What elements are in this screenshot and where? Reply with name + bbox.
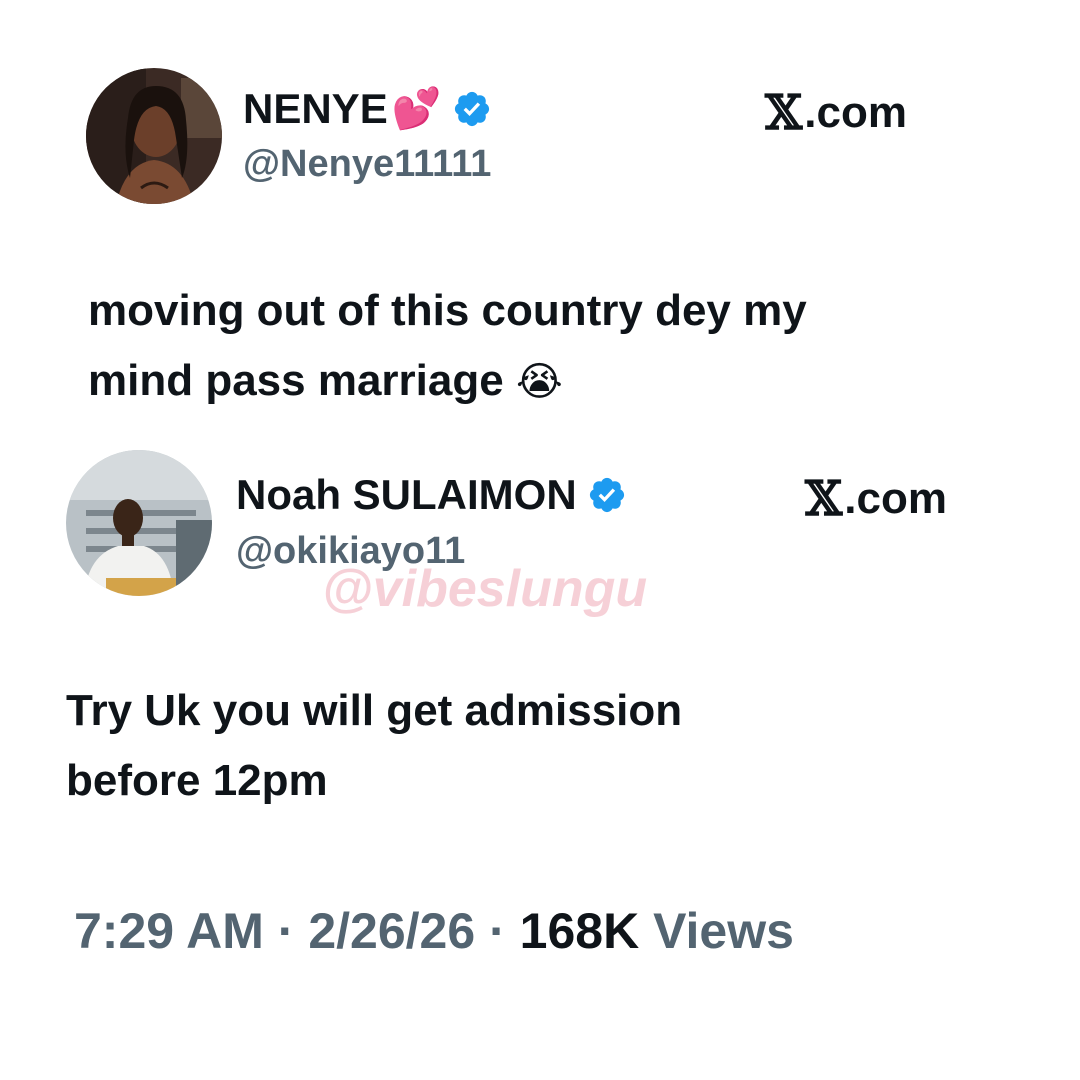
- x-logo-icon: 𝕏: [805, 471, 843, 527]
- source-domain: .com: [804, 88, 907, 137]
- views-count[interactable]: 168K: [520, 903, 640, 959]
- two-hearts-icon: 💕: [391, 87, 442, 131]
- tweet-date[interactable]: 2/26/26: [308, 903, 475, 959]
- crying-face-icon: 😭: [515, 360, 563, 404]
- tweet-time[interactable]: 7:29 AM: [74, 903, 264, 959]
- x-source-label-1[interactable]: 𝕏 .com: [765, 89, 907, 137]
- x-source-label-2[interactable]: 𝕏 .com: [805, 475, 947, 523]
- display-name[interactable]: Noah SULAIMON: [236, 474, 577, 516]
- x-logo-icon: 𝕏: [765, 85, 803, 141]
- display-name[interactable]: NENYE: [243, 88, 388, 130]
- tweet-meta: 7:29 AM · 2/26/26 · 168K Views: [74, 906, 794, 956]
- avatar-nenye-image: [86, 68, 222, 204]
- verified-badge-icon: [452, 89, 492, 129]
- meta-separator: ·: [489, 903, 506, 959]
- display-name-row-2: Noah SULAIMON: [236, 474, 627, 516]
- watermark: @vibeslungu: [322, 560, 648, 618]
- avatar-noah[interactable]: [66, 450, 212, 596]
- avatar-nenye[interactable]: [86, 68, 222, 204]
- views-label: Views: [653, 903, 794, 959]
- handle[interactable]: @Nenye11111: [243, 145, 491, 183]
- tweet-text-line-2: before 12pm: [66, 756, 328, 805]
- tweet-text-line-2-text: mind pass marriage: [88, 356, 504, 405]
- verified-badge-icon: [587, 475, 627, 515]
- source-domain: .com: [844, 474, 947, 523]
- avatar-noah-image: [66, 450, 212, 596]
- tweet-text-1: moving out of this country dey my mind p…: [88, 276, 988, 417]
- tweet-text-line-2: mind pass marriage 😭: [88, 346, 988, 417]
- tweet-text-line: Try Uk you will get admission: [66, 686, 683, 735]
- meta-separator: ·: [277, 903, 295, 959]
- display-name-row-1: NENYE 💕: [243, 88, 492, 130]
- tweet-text-line: moving out of this country dey my: [88, 286, 807, 335]
- tweet-text-2: Try Uk you will get admission before 12p…: [66, 676, 1006, 816]
